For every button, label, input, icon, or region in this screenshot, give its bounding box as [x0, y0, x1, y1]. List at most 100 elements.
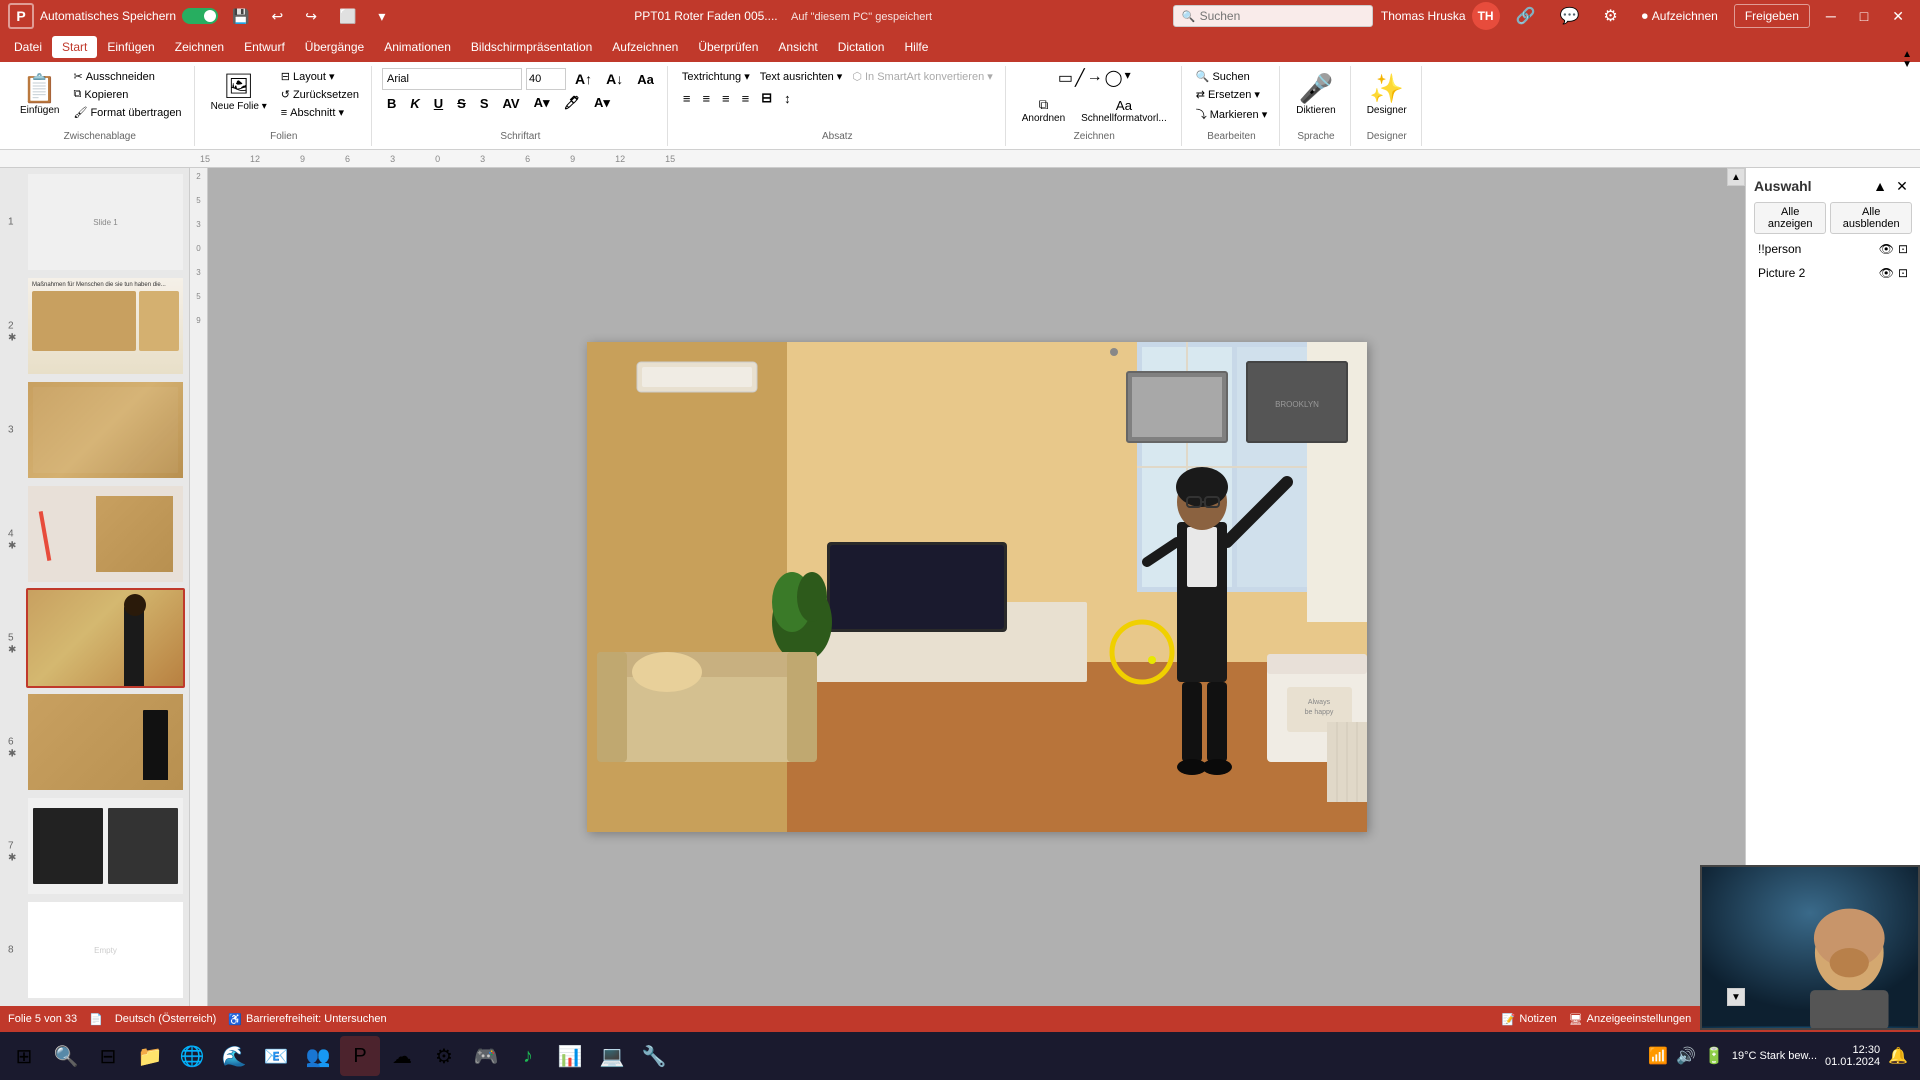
menu-item-start[interactable]: Start: [52, 36, 97, 58]
taskview-button[interactable]: ⊟: [88, 1036, 128, 1076]
menu-item-animationen[interactable]: Animationen: [374, 36, 461, 58]
menu-item-bildschirm[interactable]: Bildschirmpräsentation: [461, 36, 602, 58]
search-box[interactable]: 🔍: [1173, 5, 1373, 27]
quick-style-button[interactable]: Aa Schnellformatvorl...: [1075, 94, 1173, 128]
justify-button[interactable]: ≡: [737, 89, 755, 108]
display-settings-button[interactable]: 🖥 Anzeigeeinstellungen: [1569, 1013, 1692, 1026]
cut-button[interactable]: ✂ Ausschneiden: [69, 68, 185, 85]
canvas-area[interactable]: 2 5 3 0 3 5 9 ▲ ▼: [190, 168, 1745, 1006]
align-center-button[interactable]: ≡: [697, 89, 715, 108]
redo-icon[interactable]: ↪: [297, 6, 325, 27]
increase-font-button[interactable]: A↑: [570, 69, 597, 89]
save-icon[interactable]: 💾: [224, 6, 257, 27]
panel-item-picture2-edit[interactable]: ⊡: [1898, 266, 1908, 280]
menu-item-aufzeichnen[interactable]: Aufzeichnen: [602, 36, 688, 58]
menu-item-zeichnen[interactable]: Zeichnen: [165, 36, 234, 58]
char-spacing-button[interactable]: AV: [498, 94, 525, 113]
font-family-input[interactable]: [382, 68, 522, 90]
highlight-button[interactable]: 🖊: [559, 93, 586, 113]
slide-6-thumb[interactable]: [26, 692, 185, 792]
slide-4-thumb[interactable]: [26, 484, 185, 584]
chrome-button[interactable]: 🌐: [172, 1036, 212, 1076]
italic-button[interactable]: K: [405, 94, 424, 113]
scroll-up-button[interactable]: ▲: [1727, 168, 1745, 186]
notes-button[interactable]: 📝 Notizen: [1502, 1013, 1557, 1026]
layout-button[interactable]: ⊟ Layout ▾: [277, 68, 363, 85]
teams-button[interactable]: 👥: [298, 1036, 338, 1076]
language-item[interactable]: Deutsch (Österreich): [115, 1013, 216, 1025]
outlook-button[interactable]: 📧: [256, 1036, 296, 1076]
onedrive-button[interactable]: ☁: [382, 1036, 422, 1076]
smartart-button[interactable]: ⬡ In SmartArt konvertieren ▾: [848, 68, 996, 85]
panel-item-person-eye[interactable]: 👁: [1879, 242, 1894, 256]
shadow-button[interactable]: S: [475, 94, 494, 113]
align-right-button[interactable]: ≡: [717, 89, 735, 108]
file-explorer-button[interactable]: 📁: [130, 1036, 170, 1076]
network-icon[interactable]: 📶: [1648, 1046, 1668, 1066]
menu-item-dictation[interactable]: Dictation: [828, 36, 895, 58]
font-color-button[interactable]: A▾: [529, 93, 555, 113]
search-input[interactable]: [1200, 9, 1364, 23]
menu-item-uebergaenge[interactable]: Übergänge: [295, 36, 374, 58]
menu-item-ansicht[interactable]: Ansicht: [768, 36, 827, 58]
textrichtung-button[interactable]: Textrichtung ▾: [678, 68, 754, 85]
panel-close-button[interactable]: ✕: [1892, 176, 1912, 196]
slide-panel[interactable]: 1 Slide 1 2 ✱ Maßnahmen für Menschen die…: [0, 168, 190, 1006]
format-copy-button[interactable]: 🖌 Format übertragen: [69, 104, 185, 121]
slide-canvas[interactable]: BROOKLYN Alway: [587, 342, 1367, 832]
menu-item-datei[interactable]: Datei: [4, 36, 52, 58]
section-button[interactable]: ≡ Abschnitt ▾: [277, 104, 363, 121]
menu-item-einfuegen[interactable]: Einfügen: [97, 36, 164, 58]
panel-item-person-edit[interactable]: ⊡: [1898, 242, 1908, 256]
powerpoint-taskbar-button[interactable]: P: [340, 1036, 380, 1076]
panel-item-picture2-eye[interactable]: 👁: [1879, 266, 1894, 280]
minimize-button[interactable]: ─: [1818, 6, 1844, 26]
search-taskbar-button[interactable]: 🔍: [46, 1036, 86, 1076]
dictate-button[interactable]: 🎤 Diktieren: [1290, 68, 1341, 120]
font-size-input[interactable]: [526, 68, 566, 90]
search-button[interactable]: 🔍 Suchen: [1192, 68, 1271, 85]
slide-7-thumb[interactable]: [26, 796, 185, 896]
battery-icon[interactable]: 🔋: [1704, 1046, 1724, 1066]
bold-button[interactable]: B: [382, 94, 401, 113]
comments-icon[interactable]: 💬: [1552, 4, 1588, 28]
ausrichten-button[interactable]: Text ausrichten ▾: [756, 68, 847, 85]
decrease-font-button[interactable]: A↓: [601, 69, 628, 89]
align-left-button[interactable]: ≡: [678, 89, 696, 108]
spotify-button[interactable]: ♪: [508, 1036, 548, 1076]
present-icon[interactable]: ⬜: [331, 6, 364, 27]
edge-button[interactable]: 🌊: [214, 1036, 254, 1076]
slide-2-thumb[interactable]: Maßnahmen für Menschen die sie tun haben…: [26, 276, 185, 376]
menu-item-ueberpruefen[interactable]: Überprüfen: [688, 36, 768, 58]
slide-5-thumb[interactable]: [26, 588, 185, 688]
slide-info-item[interactable]: Folie 5 von 33: [8, 1013, 77, 1025]
record-button[interactable]: ⏺ Aufzeichnen: [1634, 5, 1726, 28]
notification-icon[interactable]: 🔔: [1888, 1046, 1908, 1066]
line-spacing-button[interactable]: ↕: [779, 89, 796, 108]
autosave-toggle[interactable]: [182, 8, 218, 24]
maximize-button[interactable]: □: [1852, 6, 1876, 26]
scroll-down-button[interactable]: ▼: [1727, 988, 1745, 1006]
menu-item-hilfe[interactable]: Hilfe: [894, 36, 938, 58]
copy-button[interactable]: ⧉ Kopieren: [69, 86, 185, 103]
reset-button[interactable]: ↺ Zurücksetzen: [277, 86, 363, 103]
extra1-button[interactable]: 📊: [550, 1036, 590, 1076]
columns-button[interactable]: ⊟: [756, 88, 777, 108]
extra3-button[interactable]: 🔧: [634, 1036, 674, 1076]
quick-access-dropdown[interactable]: ▾: [370, 6, 393, 27]
designer-button[interactable]: ✨ Designer: [1361, 68, 1413, 120]
show-all-button[interactable]: Alle anzeigen: [1754, 202, 1826, 234]
select-button[interactable]: ⤵ Markieren ▾: [1192, 104, 1271, 124]
accessibility-item[interactable]: ♿ Barrierefreiheit: Untersuchen: [228, 1013, 386, 1026]
settings-icon[interactable]: ⚙: [1595, 4, 1625, 28]
hide-all-button[interactable]: Alle ausblenden: [1830, 202, 1912, 234]
more-shapes-icon[interactable]: ▾: [1125, 68, 1131, 88]
xbox-button[interactable]: 🎮: [466, 1036, 506, 1076]
strikethrough-button[interactable]: S: [452, 94, 471, 113]
settings-taskbar-button[interactable]: ⚙: [424, 1036, 464, 1076]
paste-button[interactable]: 📋 Einfügen: [14, 68, 65, 120]
replace-button[interactable]: ⇄ Ersetzen ▾: [1192, 86, 1271, 103]
notes-form-indicator[interactable]: 📄: [89, 1013, 103, 1026]
share-icon[interactable]: 🔗: [1508, 4, 1544, 28]
slide-8-thumb[interactable]: Empty: [26, 900, 185, 1000]
